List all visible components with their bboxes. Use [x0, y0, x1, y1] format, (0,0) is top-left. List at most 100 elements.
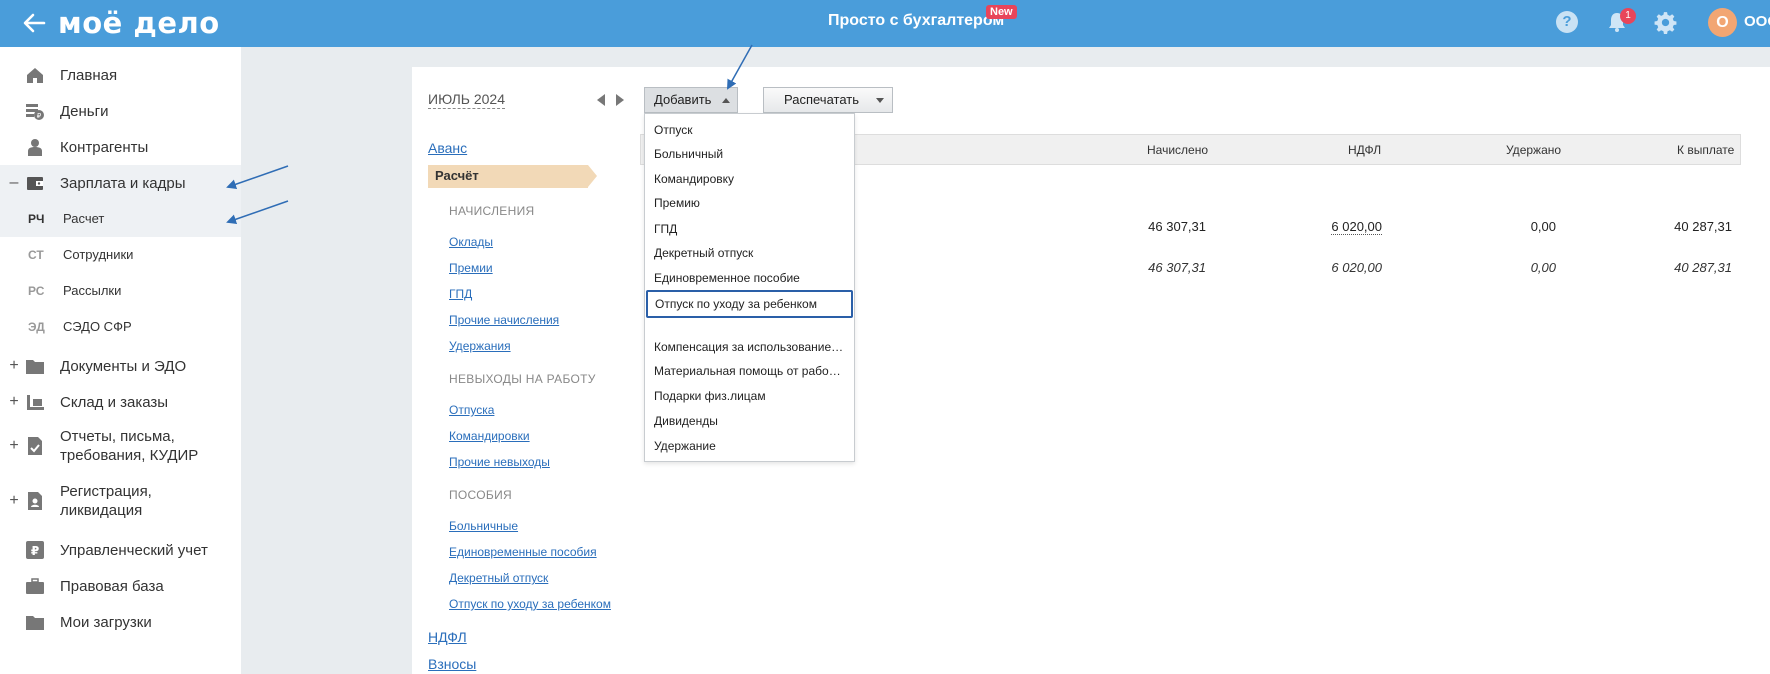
sidebar-item-documents[interactable]: + Документы и ЭДО [0, 348, 241, 384]
period-selector[interactable]: ИЮЛЬ 2024 [428, 91, 505, 109]
total-payout: 40 287,31 [1674, 260, 1732, 275]
add-dropdown-menu: Отпуск Больничный Командировку Премию ГП… [644, 113, 855, 462]
benefits-childcare-link[interactable]: Отпуск по уходу за ребенком [449, 597, 611, 611]
sidebar-item-salary[interactable]: – Зарплата и кадры [0, 165, 241, 201]
top-bar: моё дело Просто с бухгалтером New ? 1 О … [0, 0, 1770, 47]
sidebar-item-money[interactable]: ₽ Деньги [0, 93, 241, 129]
svg-text:₽: ₽ [37, 112, 42, 120]
menu-item-childcare-leave[interactable]: Отпуск по уходу за ребенком [646, 290, 853, 318]
ndfl-link[interactable]: НДФЛ [428, 629, 467, 645]
add-button[interactable]: Добавить [644, 87, 738, 113]
new-badge: New [986, 5, 1017, 19]
header-payout[interactable]: К выплате [1677, 143, 1734, 157]
subitem-abbr: ЭД [28, 320, 45, 334]
accruals-other-link[interactable]: Прочие начисления [449, 313, 559, 327]
menu-item-compensation[interactable]: Компенсация за использование… [646, 336, 853, 358]
avatar[interactable]: О [1708, 8, 1737, 37]
subitem-label: Рассылки [63, 283, 122, 298]
help-icon[interactable]: ? [1556, 11, 1578, 33]
briefcase-icon [26, 578, 44, 594]
sidebar-item-management[interactable]: ₽ Управленческий учет [0, 532, 241, 568]
sidebar-item-label: Главная [60, 66, 118, 84]
sidebar-item-warehouse[interactable]: + Склад и заказы [0, 384, 241, 420]
menu-item-gpd[interactable]: ГПД [646, 218, 853, 240]
sidebar-item-label: Документы и ЭДО [60, 357, 187, 375]
sidebar-item-label: Управленческий учет [60, 541, 208, 559]
sidebar-item-legal[interactable]: Правовая база [0, 568, 241, 604]
header-accrued[interactable]: Начислено [1147, 143, 1208, 157]
absences-vacations-link[interactable]: Отпуска [449, 403, 494, 417]
accruals-gpd-link[interactable]: ГПД [449, 287, 472, 301]
benefits-heading: ПОСОБИЯ [449, 488, 512, 502]
wallet-icon [27, 177, 43, 190]
expand-icon[interactable]: + [8, 437, 20, 455]
menu-item-business-trip[interactable]: Командировку [646, 168, 853, 190]
sidebar-subitem-employees[interactable]: СТ Сотрудники [0, 237, 241, 273]
menu-item-gifts[interactable]: Подарки физ.лицам [646, 385, 853, 407]
sidebar-subitem-sedo[interactable]: ЭД СЭДО СФР [0, 309, 241, 345]
registration-icon [28, 492, 42, 510]
next-period-icon[interactable] [616, 94, 624, 106]
promo-link[interactable]: Просто с бухгалтером [828, 12, 1004, 30]
menu-item-dividends[interactable]: Дивиденды [646, 410, 853, 432]
row-accrued: 46 307,31 [1148, 219, 1206, 234]
benefits-lump-sum-link[interactable]: Единовременные пособия [449, 545, 597, 559]
logo[interactable]: моё дело [58, 6, 220, 40]
back-arrow-icon[interactable] [20, 9, 48, 37]
header-ndfl[interactable]: НДФЛ [1348, 143, 1381, 157]
menu-item-deduction[interactable]: Удержание [646, 435, 853, 457]
menu-item-lump-sum-benefit[interactable]: Единовременное пособие [646, 267, 853, 289]
menu-item-material-aid[interactable]: Материальная помощь от рабо… [646, 360, 853, 382]
expand-icon[interactable]: + [8, 393, 20, 411]
absences-other-link[interactable]: Прочие невыходы [449, 455, 550, 469]
calculation-tab-active[interactable]: Расчёт [428, 165, 597, 188]
sidebar-item-home[interactable]: Главная [0, 57, 241, 93]
row-ndfl-value[interactable]: 6 020,00 [1331, 219, 1382, 235]
sidebar-item-reports[interactable]: + Отчеты, письма, требования, КУДИР [0, 422, 241, 470]
menu-item-bonus[interactable]: Премию [646, 192, 853, 214]
benefits-sick-link[interactable]: Больничные [449, 519, 518, 533]
contributions-link[interactable]: Взносы [428, 656, 476, 672]
home-icon [27, 68, 43, 83]
print-button[interactable]: Распечатать [763, 87, 893, 113]
menu-item-vacation[interactable]: Отпуск [646, 119, 853, 141]
expand-icon[interactable]: + [8, 357, 20, 375]
total-ndfl: 6 020,00 [1331, 260, 1382, 275]
sidebar-item-label: Регистрация, ликвидация [60, 483, 152, 519]
accruals-heading: НАЧИСЛЕНИЯ [449, 204, 535, 218]
row-ndfl[interactable]: 6 020,00 [1262, 219, 1382, 235]
notification-badge: 1 [1620, 8, 1636, 24]
benefits-maternity-link[interactable]: Декретный отпуск [449, 571, 548, 585]
subitem-label: СЭДО СФР [63, 319, 132, 334]
accruals-salaries-link[interactable]: Оклады [449, 235, 493, 249]
gear-icon[interactable] [1653, 10, 1678, 35]
report-icon [28, 437, 42, 455]
caret-up-icon [722, 98, 730, 103]
subitem-abbr: РЧ [28, 212, 45, 226]
accruals-deductions-link[interactable]: Удержания [449, 339, 511, 353]
sidebar-subitem-mailings[interactable]: РС Рассылки [0, 273, 241, 309]
warehouse-icon [27, 395, 44, 410]
expand-icon[interactable]: + [8, 492, 20, 510]
collapse-icon[interactable]: – [8, 174, 20, 192]
folder-icon [26, 616, 44, 630]
organization-name[interactable]: ООО [1744, 13, 1770, 30]
menu-item-maternity-leave[interactable]: Декретный отпуск [646, 242, 853, 264]
prev-period-icon[interactable] [597, 94, 605, 106]
accruals-bonuses-link[interactable]: Премии [449, 261, 493, 275]
subitem-abbr: РС [28, 284, 45, 298]
subitem-abbr: СТ [28, 248, 44, 262]
sidebar-item-label: Контрагенты [60, 138, 149, 156]
sidebar-item-label: Деньги [60, 102, 109, 120]
advance-link[interactable]: Аванс [428, 140, 467, 156]
sidebar-item-contractors[interactable]: Контрагенты [0, 129, 241, 165]
sidebar-item-label: Склад и заказы [60, 393, 169, 411]
absences-trips-link[interactable]: Командировки [449, 429, 530, 443]
header-withheld[interactable]: Удержано [1506, 143, 1561, 157]
sidebar-item-downloads[interactable]: Мои загрузки [0, 604, 241, 640]
sidebar-item-label: Отчеты, письма, требования, КУДИР [60, 428, 199, 464]
sidebar-subitem-calculation[interactable]: РЧ Расчет [0, 201, 241, 237]
menu-item-sick-leave[interactable]: Больничный [646, 143, 853, 165]
contractors-icon [28, 139, 42, 156]
sidebar-item-registration[interactable]: + Регистрация, ликвидация [0, 477, 241, 525]
